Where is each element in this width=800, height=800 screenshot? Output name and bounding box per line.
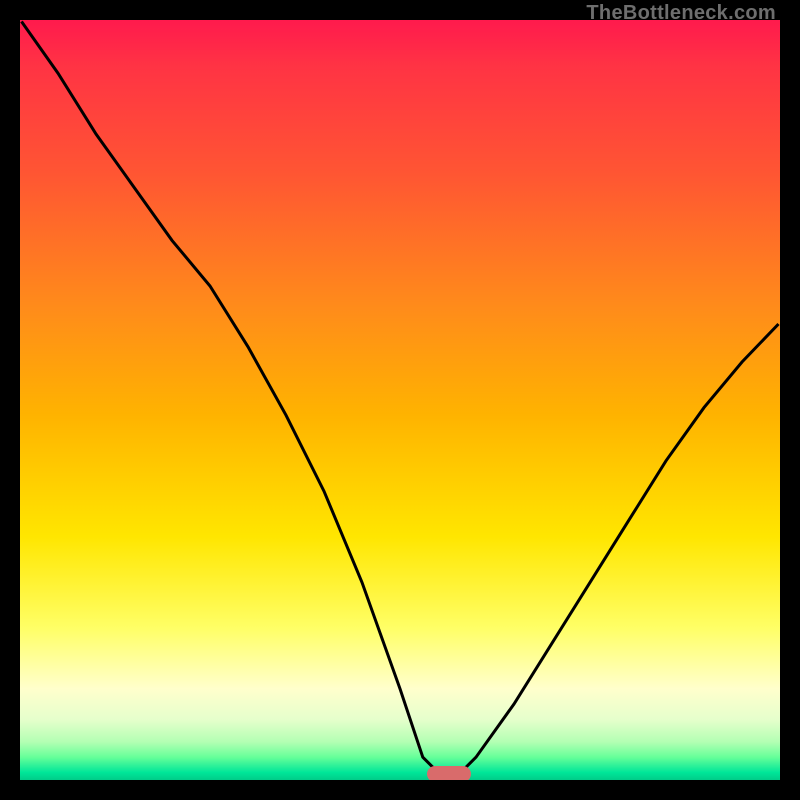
optimal-marker	[427, 766, 471, 780]
chart-frame: TheBottleneck.com	[0, 0, 800, 800]
bottleneck-curve-path	[22, 22, 779, 773]
plot-area	[20, 20, 780, 780]
curve-svg	[20, 20, 780, 780]
